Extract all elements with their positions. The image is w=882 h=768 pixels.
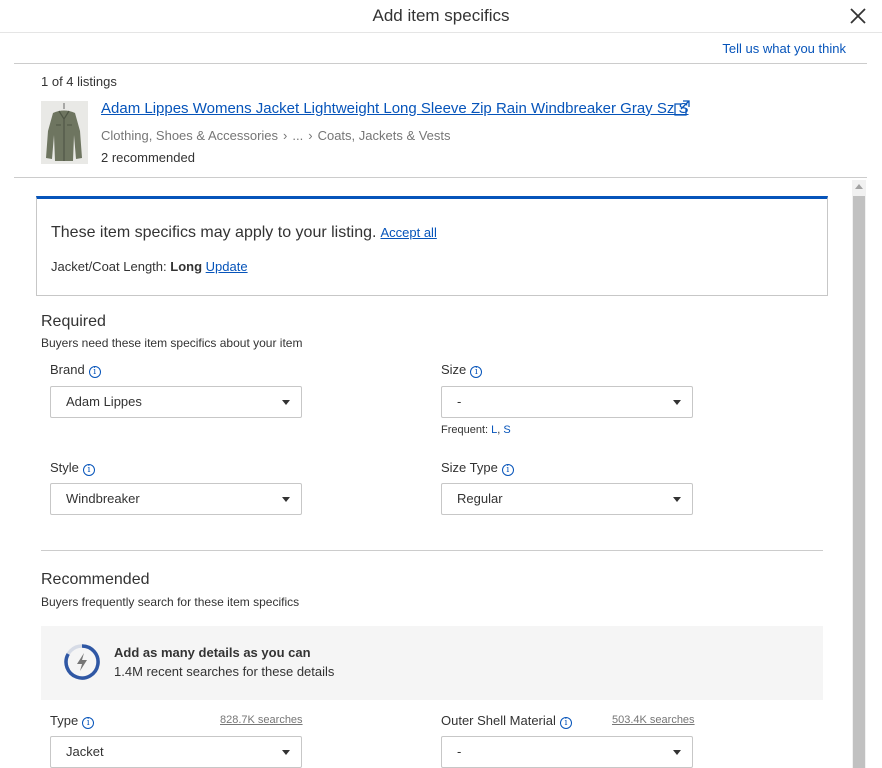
- outer-shell-material-label-text: Outer Shell Material: [441, 713, 556, 728]
- breadcrumb-item: ...: [292, 128, 304, 143]
- outer-shell-material-label: Outer Shell Material i: [441, 713, 572, 729]
- close-icon[interactable]: [848, 6, 868, 26]
- dialog-header: Add item specifics: [0, 0, 882, 33]
- chevron-down-icon: [282, 497, 290, 502]
- update-link[interactable]: Update: [206, 259, 248, 274]
- chevron-down-icon: [673, 400, 681, 405]
- size-type-label-text: Size Type: [441, 460, 498, 475]
- brand-label-text: Brand: [50, 362, 85, 377]
- required-section-subtitle: Buyers need these item specifics about y…: [41, 336, 303, 350]
- suggested-specific-value: Long: [170, 259, 203, 274]
- chevron-down-icon: [673, 497, 681, 502]
- breadcrumb-item: Coats, Jackets & Vests: [317, 128, 451, 143]
- divider: [14, 63, 867, 64]
- type-select[interactable]: Jacket: [50, 736, 302, 768]
- section-divider: [41, 550, 823, 551]
- suggestion-panel: These item specifics may apply to your l…: [36, 196, 828, 296]
- outer-shell-search-count[interactable]: 503.4K searches: [612, 714, 695, 726]
- size-type-select[interactable]: Regular: [441, 483, 693, 515]
- suggestion-message: These item specifics may apply to your l…: [51, 224, 377, 241]
- size-value: -: [457, 394, 462, 409]
- info-icon[interactable]: i: [470, 366, 483, 378]
- chevron-down-icon: [673, 750, 681, 755]
- size-label-text: Size: [441, 362, 467, 377]
- info-icon[interactable]: i: [559, 717, 572, 729]
- chevron-down-icon: [282, 400, 290, 405]
- tip-subtitle: 1.4M recent searches for these details: [114, 664, 335, 679]
- outer-shell-material-value: -: [457, 744, 462, 759]
- tip-banner: Add as many details as you can 1.4M rece…: [41, 626, 823, 700]
- size-select[interactable]: -: [441, 386, 693, 418]
- chevron-down-icon: [282, 750, 290, 755]
- chevron-right-icon: ›: [283, 128, 288, 143]
- type-label-text: Type: [50, 713, 79, 728]
- suggestion-text: These item specifics may apply to your l…: [51, 224, 437, 242]
- listing-thumbnail[interactable]: [41, 101, 88, 164]
- frequent-size-option[interactable]: S: [503, 424, 510, 436]
- chevron-right-icon: ›: [308, 128, 313, 143]
- listing-title-link[interactable]: Adam Lippes Womens Jacket Lightweight Lo…: [101, 100, 689, 117]
- lightning-icon: [64, 644, 100, 680]
- info-icon[interactable]: i: [88, 366, 101, 378]
- tip-title: Add as many details as you can: [114, 645, 311, 660]
- frequent-sizes: Frequent: L, S: [441, 424, 511, 436]
- required-section-title: Required: [41, 313, 106, 330]
- recommended-section-subtitle: Buyers frequently search for these item …: [41, 595, 300, 609]
- brand-label: Brand i: [50, 362, 101, 378]
- feedback-link[interactable]: Tell us what you think: [722, 41, 846, 56]
- external-link-icon[interactable]: [674, 100, 690, 116]
- size-type-label: Size Type i: [441, 460, 514, 476]
- brand-value: Adam Lippes: [66, 394, 142, 409]
- breadcrumb-item: Clothing, Shoes & Accessories: [101, 128, 279, 143]
- listing-count: 1 of 4 listings: [41, 74, 117, 89]
- suggested-specific: Jacket/Coat Length: Long Update: [51, 259, 248, 274]
- outer-shell-material-select[interactable]: -: [441, 736, 693, 768]
- frequent-label: Frequent:: [441, 424, 489, 436]
- category-breadcrumb: Clothing, Shoes & Accessories ›... › Coats,…: [101, 128, 451, 143]
- dialog-title: Add item specifics: [372, 6, 510, 25]
- size-label: Size i: [441, 362, 483, 378]
- style-select[interactable]: Windbreaker: [50, 483, 302, 515]
- type-label: Type i: [50, 713, 95, 729]
- info-icon[interactable]: i: [82, 717, 95, 729]
- scrollbar[interactable]: [852, 180, 866, 768]
- info-icon[interactable]: i: [501, 464, 514, 476]
- style-label-text: Style: [50, 460, 79, 475]
- recommended-count: 2 recommended: [101, 150, 195, 165]
- scrollbar-thumb[interactable]: [853, 196, 865, 768]
- style-label: Style i: [50, 460, 95, 476]
- info-icon[interactable]: i: [82, 464, 95, 476]
- accept-all-link[interactable]: Accept all: [380, 225, 436, 240]
- style-value: Windbreaker: [66, 491, 140, 506]
- type-value: Jacket: [66, 744, 104, 759]
- brand-select[interactable]: Adam Lippes: [50, 386, 302, 418]
- scroll-up-arrow-icon[interactable]: [855, 184, 863, 189]
- suggested-specific-label: Jacket/Coat Length:: [51, 259, 167, 274]
- divider: [14, 177, 867, 178]
- recommended-section-title: Recommended: [41, 571, 150, 588]
- type-search-count[interactable]: 828.7K searches: [220, 714, 303, 726]
- size-type-value: Regular: [457, 491, 503, 506]
